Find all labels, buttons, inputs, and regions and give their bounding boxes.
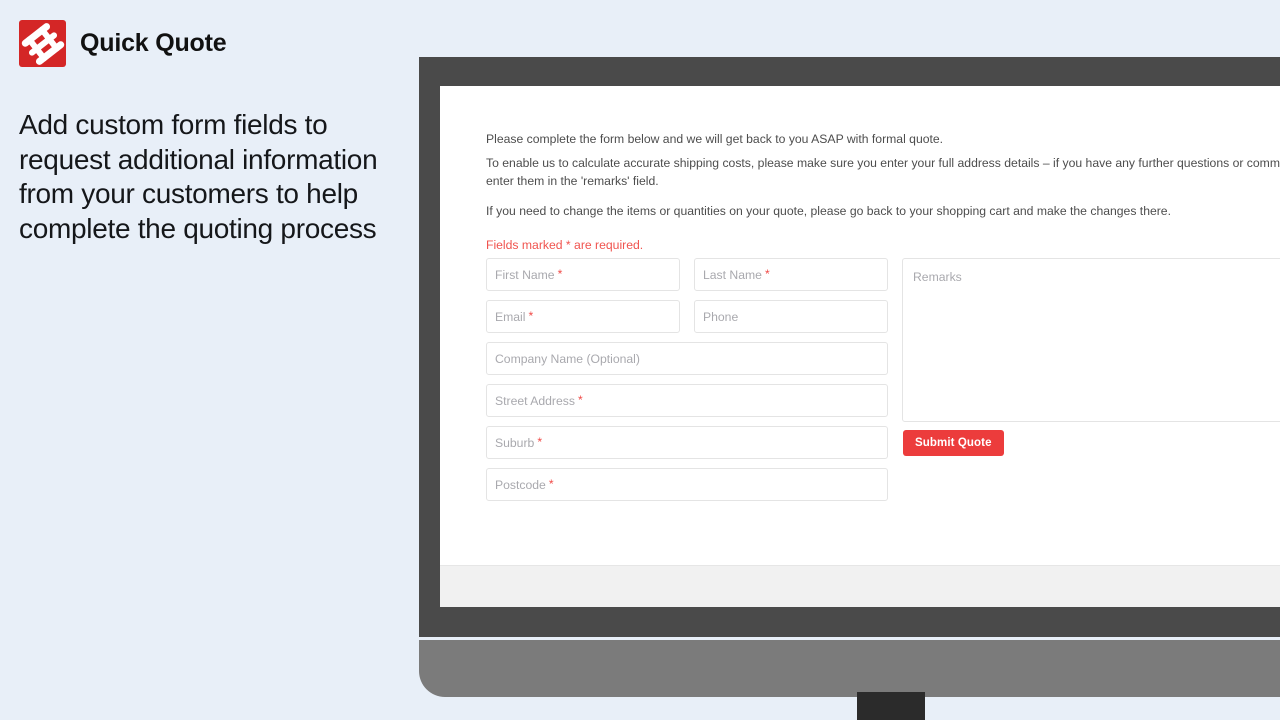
monitor-frame: Please complete the form below and we wi… (419, 57, 1280, 637)
company-name-placeholder: Company Name (Optional) (495, 351, 640, 366)
street-address-placeholder: Street Address (495, 393, 575, 408)
required-fields-note: Fields marked * are required. (486, 238, 644, 252)
last-name-input[interactable]: Last Name * (694, 258, 888, 291)
monitor-stand-neck (857, 692, 925, 720)
monitor-base (419, 640, 1280, 697)
required-marker: * (528, 309, 534, 324)
required-marker: * (764, 267, 770, 282)
quote-page: Please complete the form below and we wi… (440, 86, 1280, 565)
remarks-placeholder: Remarks (913, 270, 962, 284)
intro-paragraph-3: If you need to change the items or quant… (486, 204, 1171, 218)
brand-title: Quick Quote (80, 29, 227, 57)
required-marker: * (537, 435, 543, 450)
required-marker: * (577, 393, 583, 408)
required-marker: * (557, 267, 563, 282)
first-name-input[interactable]: First Name * (486, 258, 680, 291)
promo-headline: Add custom form fields to request additi… (19, 109, 378, 244)
promo-panel: Quick Quote Add custom form fields to re… (0, 0, 419, 720)
quick-quote-logo-icon (19, 20, 66, 67)
street-address-input[interactable]: Street Address * (486, 384, 888, 417)
phone-placeholder: Phone (703, 309, 739, 324)
submit-quote-button[interactable]: Submit Quote (903, 430, 1004, 456)
intro-paragraph-2: To enable us to calculate accurate shipp… (486, 156, 1280, 188)
first-name-placeholder: First Name (495, 267, 555, 282)
remarks-textarea[interactable]: Remarks (902, 258, 1280, 422)
intro-paragraph-1: Please complete the form below and we wi… (486, 132, 944, 146)
last-name-placeholder: Last Name (703, 267, 762, 282)
suburb-input[interactable]: Suburb * (486, 426, 888, 459)
email-input[interactable]: Email * (486, 300, 680, 333)
suburb-placeholder: Suburb (495, 435, 535, 450)
company-name-input[interactable]: Company Name (Optional) (486, 342, 888, 375)
email-placeholder: Email (495, 309, 526, 324)
postcode-placeholder: Postcode (495, 477, 546, 492)
postcode-input[interactable]: Postcode * (486, 468, 888, 501)
phone-input[interactable]: Phone (694, 300, 888, 333)
page-footer-strip (440, 565, 1280, 607)
required-marker: * (548, 477, 554, 492)
brand-row: Quick Quote (19, 20, 227, 67)
monitor-screen: Please complete the form below and we wi… (440, 86, 1280, 607)
